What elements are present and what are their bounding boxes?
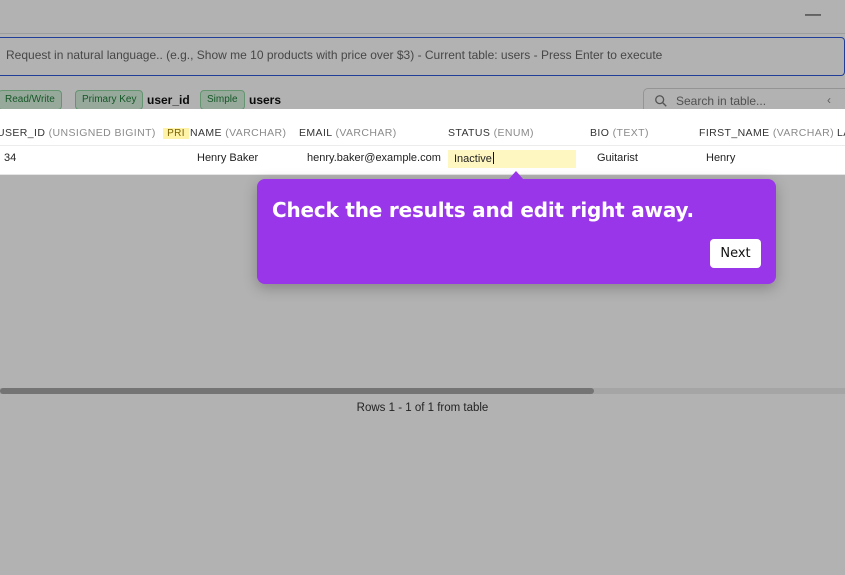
primary-key-tag: PRI [163, 128, 189, 139]
cell-email[interactable]: henry.baker@example.com [307, 152, 441, 164]
column-header-email[interactable]: EMAIL (VARCHAR) [299, 127, 397, 139]
cell-user-id[interactable]: 34 [4, 152, 16, 164]
onboarding-tooltip: Check the results and edit right away. N… [257, 171, 776, 284]
table-row[interactable]: 34 Henry Baker henry.baker@example.com I… [0, 145, 845, 169]
next-button[interactable]: Next [710, 239, 761, 268]
column-header-name[interactable]: NAME (VARCHAR) [190, 127, 286, 139]
text-caret [492, 152, 494, 164]
results-grid: USER_ID (UNSIGNED BIGINT) PRI NAME (VARC… [0, 109, 845, 175]
cell-first-name[interactable]: Henry [706, 152, 735, 164]
tooltip-arrow [508, 171, 524, 180]
cell-status-editor[interactable]: Inactive [448, 150, 576, 168]
overlay-dim-top [0, 0, 845, 109]
column-header-user-id[interactable]: USER_ID (UNSIGNED BIGINT) PRI [0, 127, 189, 139]
column-header-status[interactable]: STATUS (ENUM) [448, 127, 534, 139]
column-header-last-name[interactable]: LA [837, 127, 845, 139]
column-header-first-name[interactable]: FIRST_NAME (VARCHAR) [699, 127, 834, 139]
cell-name[interactable]: Henry Baker [197, 152, 258, 164]
tooltip-message: Check the results and edit right away. [272, 198, 694, 222]
cell-bio[interactable]: Guitarist [597, 152, 638, 164]
column-header-bio[interactable]: BIO (TEXT) [590, 127, 649, 139]
